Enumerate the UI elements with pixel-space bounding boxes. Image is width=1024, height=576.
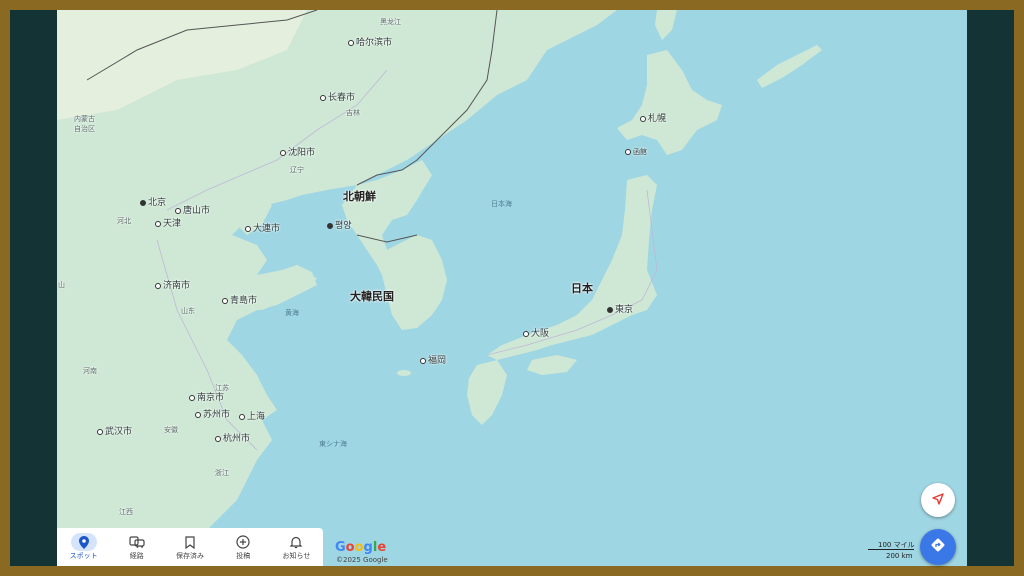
region-label-hebei: 河北 [117, 217, 131, 225]
region-label-liaoning: 辽宁 [290, 166, 304, 174]
sea-label-yellow-sea: 黄海 [285, 309, 299, 317]
city-label-pyongyang[interactable]: 평양 [327, 218, 352, 231]
city-label-changchun[interactable]: 长春市 [320, 90, 355, 103]
directions-button[interactable] [920, 529, 956, 565]
city-label-hangzhou[interactable]: 杭州市 [215, 431, 250, 444]
location-pin-icon [70, 533, 97, 551]
city-label-tianjin[interactable]: 天津 [155, 216, 181, 229]
nav-item-label: お知らせ [282, 552, 311, 560]
country-label-south-korea[interactable]: 大韓民国 [350, 288, 394, 304]
region-label-anhui: 安徽 [164, 426, 178, 434]
country-label-japan[interactable]: 日本 [571, 280, 593, 296]
map-canvas[interactable]: 哈尔滨市 长春市 沈阳市 北京 唐山市 天津 大連市 평양 济南市 青島市 南京… [57, 10, 967, 566]
nav-item-saved[interactable]: 保存済み [163, 528, 216, 566]
city-label-sapporo[interactable]: 札幌 [640, 111, 666, 124]
region-label-zhejiang: 浙江 [215, 469, 229, 477]
bottom-navigation-bar: スポット 経路 保存済み 投稿 お知らせ [57, 528, 323, 566]
nav-item-spots[interactable]: スポット [57, 528, 110, 566]
navigation-arrow-icon [931, 491, 945, 510]
region-label-shandong: 山东 [181, 307, 195, 315]
navigate-button[interactable] [921, 483, 955, 517]
city-label-osaka[interactable]: 大阪 [523, 326, 549, 339]
nav-item-post[interactable]: 投稿 [217, 528, 270, 566]
map-terrain [57, 10, 822, 566]
region-label-henan: 河南 [83, 367, 97, 375]
city-label-dalian[interactable]: 大連市 [245, 221, 280, 234]
region-label-shanxi: 山 [58, 281, 65, 289]
map-copyright: ©2025 Google [336, 556, 388, 564]
scale-km-label: 200 km [886, 552, 913, 560]
nav-item-label: スポット [69, 552, 98, 560]
city-label-jinan[interactable]: 济南市 [155, 278, 190, 291]
region-label-jilin: 吉林 [346, 109, 360, 117]
sea-label-east-china-sea: 東シナ海 [319, 440, 347, 448]
nav-item-label: 投稿 [236, 552, 251, 560]
city-label-beijing[interactable]: 北京 [140, 195, 166, 208]
nav-item-notifications[interactable]: お知らせ [270, 528, 323, 566]
commute-icon [124, 533, 150, 551]
google-logo: Google [335, 540, 387, 555]
bookmark-icon [177, 533, 203, 551]
city-label-qingdao[interactable]: 青島市 [222, 293, 257, 306]
nav-item-label: 経路 [129, 552, 144, 560]
city-label-shanghai[interactable]: 上海 [239, 409, 265, 422]
city-label-tangshan[interactable]: 唐山市 [175, 203, 210, 216]
nav-item-routes[interactable]: 経路 [110, 528, 163, 566]
scale-bar [868, 549, 914, 550]
region-label-inner-mongolia: 内蒙古 自治区 [74, 115, 95, 133]
region-label-jiangxi: 江西 [119, 508, 133, 516]
city-label-fukuoka[interactable]: 福岡 [420, 353, 446, 366]
region-label-heilongjiang: 黑龙江 [380, 18, 401, 26]
city-label-suzhou[interactable]: 苏州市 [195, 407, 230, 420]
nav-item-label: 保存済み [176, 552, 204, 560]
region-label-jiangsu: 江苏 [215, 384, 229, 392]
directions-icon [930, 537, 946, 557]
city-label-harbin[interactable]: 哈尔滨市 [348, 35, 392, 48]
city-label-wuhan[interactable]: 武汉市 [97, 424, 132, 437]
city-label-tokyo[interactable]: 東京 [607, 302, 633, 315]
country-label-north-korea[interactable]: 北朝鮮 [343, 188, 376, 204]
bell-icon [283, 533, 309, 551]
sea-label-sea-of-japan: 日本海 [491, 200, 512, 208]
city-label-hakodate[interactable]: 函館 [625, 147, 647, 157]
city-label-shenyang[interactable]: 沈阳市 [280, 145, 315, 158]
add-circle-icon [230, 533, 256, 551]
